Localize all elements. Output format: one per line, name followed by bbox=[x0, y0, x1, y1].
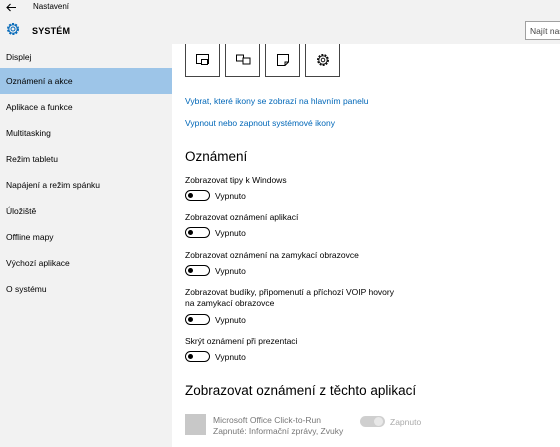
toggle-app-office[interactable] bbox=[360, 416, 385, 427]
option-label-alarms-voip: Zobrazovat budíky, připomenutí a příchoz… bbox=[185, 287, 394, 308]
toggle-app-notifications[interactable] bbox=[185, 227, 210, 238]
toggle-lockscreen[interactable] bbox=[185, 265, 210, 276]
apps-section-heading: Zobrazovat oznámení z těchto aplikací bbox=[185, 383, 417, 398]
option-label-tips: Zobrazovat tipy k Windows bbox=[185, 175, 287, 185]
sidebar-item-rezim-tabletu[interactable]: Režim tabletu bbox=[0, 146, 172, 172]
sidebar-item-aplikace[interactable]: Aplikace a funkce bbox=[0, 94, 172, 120]
toggle-knob bbox=[188, 316, 193, 322]
app-icon bbox=[185, 414, 206, 435]
app-header: SYSTÉM Najít nastavení bbox=[0, 15, 560, 44]
toggle-knob bbox=[188, 267, 193, 273]
quick-action-note[interactable] bbox=[265, 44, 300, 77]
sidebar-item-offline-mapy[interactable]: Offline mapy bbox=[0, 224, 172, 250]
sidebar-item-vychozi-aplikace[interactable]: Výchozí aplikace bbox=[0, 250, 172, 276]
sidebar-item-o-systemu[interactable]: O systému bbox=[0, 276, 172, 302]
settings-icon bbox=[317, 54, 329, 66]
link-taskbar-icons[interactable]: Vybrat, které ikony se zobrazí na hlavní… bbox=[185, 96, 368, 106]
toggle-state-lockscreen: Vypnuto bbox=[215, 266, 246, 276]
back-arrow-icon bbox=[6, 3, 16, 12]
option-label-app-notifications: Zobrazovat oznámení aplikací bbox=[185, 212, 299, 222]
toggle-state-app-notifications: Vypnuto bbox=[215, 228, 246, 238]
toggle-knob bbox=[188, 353, 193, 359]
note-icon bbox=[277, 54, 289, 66]
main-content: Vybrat, které ikony se zobrazí na hlavní… bbox=[172, 44, 560, 447]
title-bar: Nastavení bbox=[0, 0, 560, 15]
sidebar: Displej Oznámení a akce Aplikace a funkc… bbox=[0, 44, 172, 447]
notifications-heading: Oznámení bbox=[185, 149, 248, 164]
toggle-knob bbox=[374, 417, 383, 426]
quick-action-tablet-mode[interactable] bbox=[185, 44, 220, 77]
toggle-knob bbox=[188, 229, 193, 235]
toggle-presentation[interactable] bbox=[185, 351, 210, 362]
sidebar-item-multitasking[interactable]: Multitasking bbox=[0, 120, 172, 146]
sidebar-item-oznameni[interactable]: Oznámení a akce bbox=[0, 68, 172, 94]
option-label-lockscreen: Zobrazovat oznámení na zamykací obrazovc… bbox=[185, 250, 359, 260]
search-input[interactable]: Najít nastavení bbox=[525, 21, 560, 40]
tablet-mode-icon bbox=[196, 54, 209, 65]
window-title: Nastavení bbox=[33, 2, 70, 11]
toggle-state-alarms-voip: Vypnuto bbox=[215, 315, 246, 325]
quick-action-settings[interactable] bbox=[305, 44, 340, 77]
toggle-state-app-office: Zapnuto bbox=[390, 417, 422, 427]
app-subtitle: Zapnuté: Informační zprávy, Zvuky bbox=[213, 426, 344, 436]
app-row-office: Microsoft Office Click-to-Run Zapnuté: I… bbox=[185, 414, 555, 444]
back-button[interactable] bbox=[4, 1, 18, 14]
link-system-icons[interactable]: Vypnout nebo zapnout systémové ikony bbox=[185, 118, 335, 128]
toggle-knob bbox=[188, 192, 193, 198]
section-title: SYSTÉM bbox=[32, 26, 71, 36]
quick-action-project[interactable] bbox=[225, 44, 260, 77]
toggle-tips[interactable] bbox=[185, 190, 210, 201]
sidebar-item-displej[interactable]: Displej bbox=[0, 44, 172, 70]
project-icon bbox=[236, 54, 251, 65]
toggle-state-presentation: Vypnuto bbox=[215, 352, 246, 362]
option-label-presentation: Skrýt oznámení při prezentaci bbox=[185, 336, 298, 346]
system-gear-icon bbox=[5, 21, 21, 37]
toggle-state-tips: Vypnuto bbox=[215, 191, 246, 201]
sidebar-item-napajeni[interactable]: Napájení a režim spánku bbox=[0, 172, 172, 198]
app-name: Microsoft Office Click-to-Run bbox=[213, 415, 322, 425]
sidebar-item-uloziste[interactable]: Úložiště bbox=[0, 198, 172, 224]
toggle-alarms-voip[interactable] bbox=[185, 314, 210, 325]
